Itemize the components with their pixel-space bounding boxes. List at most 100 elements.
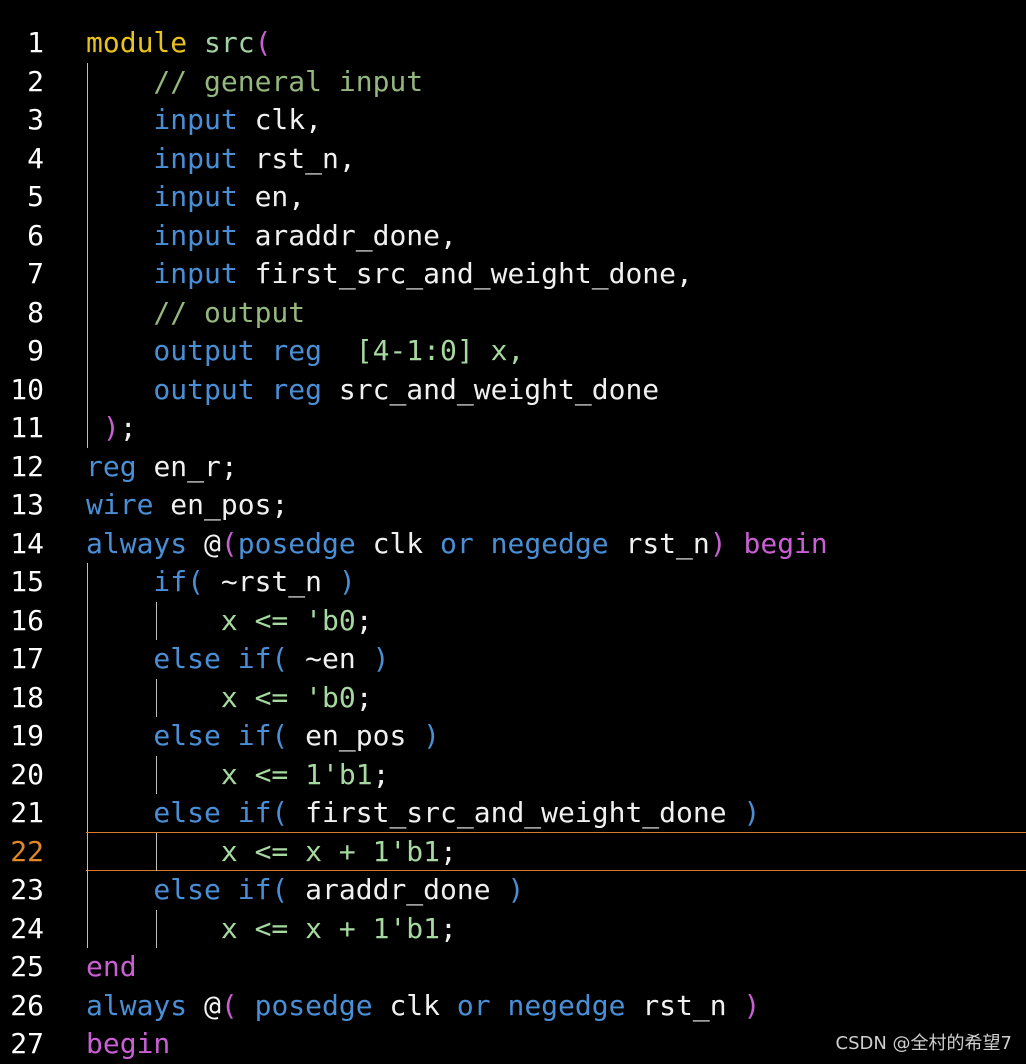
code-token: rst_n [642, 988, 744, 1022]
code-token: posedge [254, 988, 390, 1022]
code-line[interactable]: 17 else if( ~en ) [0, 640, 1026, 679]
code-token: negedge [490, 526, 626, 560]
line-number: 24 [10, 911, 44, 945]
code-token: src [204, 26, 255, 59]
code-line[interactable]: 4 input rst_n, [0, 139, 1026, 178]
code-token: ; [355, 680, 373, 714]
code-line[interactable]: 9 output reg [4-1:0] x, [0, 332, 1026, 371]
code-token: negedge [507, 988, 643, 1022]
code-line[interactable]: 25 end [0, 948, 1026, 987]
code-line[interactable]: 23 else if( araddr_done ) [0, 871, 1026, 910]
code-token: @ [204, 526, 221, 560]
line-number: 4 [27, 141, 44, 175]
code-token: input [86, 103, 255, 136]
code-token: 1'b1 [372, 834, 441, 868]
code-line[interactable]: 3 input clk, [0, 101, 1026, 140]
code-text: else if( ~en ) [86, 640, 389, 679]
code-token: clk [389, 988, 457, 1022]
code-token: input [86, 141, 255, 175]
line-number: 16 [10, 603, 44, 637]
code-line[interactable]: 15 if( ~rst_n ) [0, 563, 1026, 602]
line-number: 14 [10, 526, 44, 560]
line-number: 8 [27, 295, 44, 329]
code-line[interactable]: 16 x <= 'b0; [0, 601, 1026, 640]
code-token: araddr_done, [254, 218, 457, 252]
code-text: x <= 1'b1; [86, 756, 390, 795]
code-token: rst_n, [254, 141, 356, 175]
code-text: else if( araddr_done ) [86, 871, 524, 910]
code-line[interactable]: 10 output reg src_and_weight_done [0, 370, 1026, 410]
code-line[interactable]: 20 x <= 1'b1; [0, 755, 1026, 795]
code-text: module src( [86, 24, 271, 63]
code-token: ( [220, 988, 255, 1022]
code-text: output reg src_and_weight_done [86, 371, 659, 410]
code-editor[interactable]: 1 module src(2 // general input 3 input cl… [0, 24, 1026, 1064]
line-number: 20 [10, 757, 44, 791]
code-token: ~rst_n [220, 565, 339, 598]
code-token: input [86, 218, 255, 252]
code-line[interactable]: 18 x <= 'b0; [0, 678, 1026, 717]
code-token: input [86, 257, 255, 290]
line-number: 15 [10, 565, 44, 598]
code-token: first_src_and_weight_done, [254, 257, 693, 290]
code-token: end [86, 950, 137, 983]
code-token: ; [355, 603, 373, 637]
code-line[interactable]: 6 input araddr_done, [0, 216, 1026, 255]
code-token: wire [86, 488, 171, 521]
code-line[interactable]: 13 wire en_pos; [0, 486, 1026, 525]
code-line[interactable]: 24 x <= x + 1'b1; [0, 909, 1026, 948]
code-line[interactable]: 21 else if( first_src_and_weight_done ) [0, 794, 1026, 833]
watermark: CSDN @全村的希望7 [835, 1033, 1013, 1054]
code-token: ; [372, 757, 390, 791]
line-number: 13 [10, 488, 44, 521]
line-number: 5 [27, 180, 44, 213]
code-token: posedge [237, 526, 373, 560]
code-token: // general input [86, 64, 424, 98]
line-number: 27 [10, 1027, 44, 1060]
code-line[interactable]: 19 else if( en_pos ) [0, 717, 1026, 756]
code-text: // general input [86, 63, 423, 102]
code-text: input en, [86, 178, 305, 217]
code-line[interactable]: 26 always @( posedge clk or negedge rst_n… [0, 987, 1026, 1026]
code-token: src_and_weight_done [338, 372, 660, 406]
code-line[interactable]: 2 // general input [0, 62, 1026, 102]
code-token: reg [86, 449, 154, 483]
code-line[interactable]: 1 module src( [0, 24, 1026, 63]
code-token: always [86, 526, 205, 560]
code-token: en_pos [305, 719, 424, 752]
code-line[interactable]: 14 always @(posedge clk or negedge rst_n)… [0, 525, 1026, 564]
code-text: end [86, 948, 137, 987]
code-token: @ [204, 988, 221, 1022]
code-line[interactable]: 8 // output [0, 293, 1026, 333]
code-text: input first_src_and_weight_done, [86, 255, 693, 294]
code-line[interactable]: 22 x <= x + 1'b1; [0, 831, 1026, 872]
code-token: begin [86, 1027, 171, 1060]
line-number: 18 [10, 680, 44, 714]
code-text: // output [86, 294, 305, 333]
code-token: ( [220, 526, 238, 560]
code-text: if( ~rst_n ) [86, 563, 355, 602]
code-token: ) [709, 526, 744, 560]
code-token: x <= x + [86, 834, 373, 868]
line-number: 22 [10, 834, 44, 868]
line-number: 26 [10, 988, 44, 1022]
code-token: output reg [86, 372, 339, 406]
line-number: 11 [10, 411, 44, 444]
code-token: if( [86, 565, 221, 598]
code-token: else if( [86, 873, 306, 906]
code-token: else if( [86, 642, 306, 675]
code-line[interactable]: 7 input first_src_and_weight_done, [0, 255, 1026, 294]
code-token: ) [423, 719, 441, 752]
line-number: 3 [27, 103, 44, 136]
line-number: 17 [10, 642, 44, 675]
code-text: x <= x + 1'b1; [86, 833, 457, 872]
code-line[interactable]: 5 input en, [0, 178, 1026, 217]
code-text: else if( en_pos ) [86, 717, 440, 756]
code-line[interactable]: 12 reg en_r; [0, 448, 1026, 487]
code-token: ( [254, 26, 272, 59]
code-token: x <= [86, 603, 306, 637]
code-token: en_r; [153, 449, 238, 483]
code-token: or [456, 988, 508, 1022]
code-text: else if( first_src_and_weight_done ) [86, 794, 760, 833]
code-line[interactable]: 11 ); [0, 409, 1026, 448]
